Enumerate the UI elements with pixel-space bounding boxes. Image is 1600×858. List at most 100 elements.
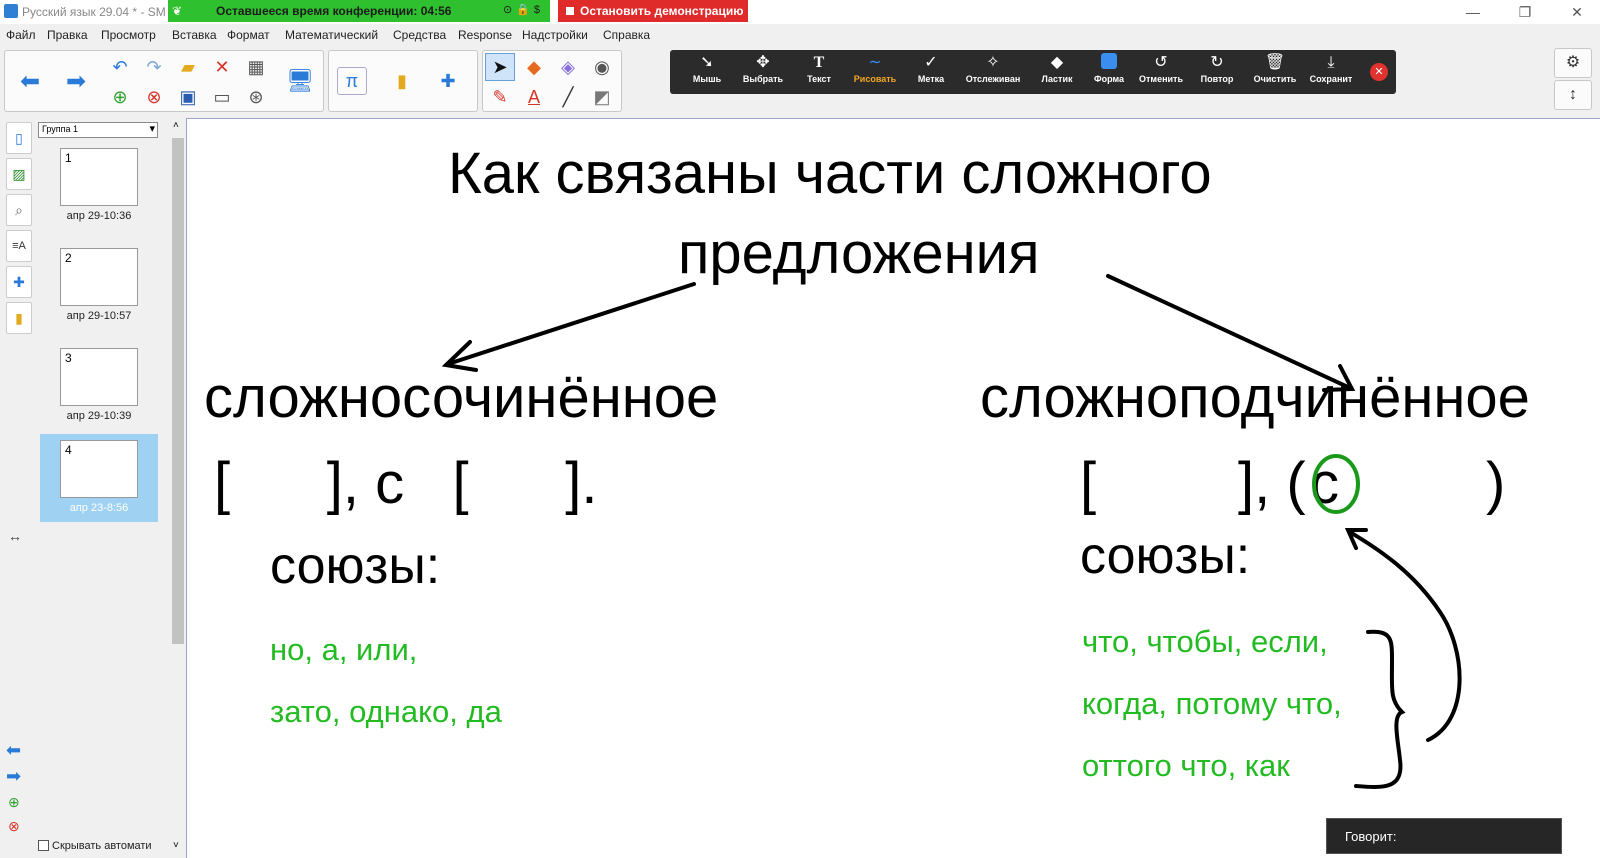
menu-insert[interactable]: Вставка — [172, 28, 217, 42]
attachments-tab-icon[interactable]: ⌕ — [6, 194, 32, 226]
open-folder-icon[interactable]: ▰ — [173, 53, 203, 81]
lesson-tab-icon[interactable]: ▮ — [6, 302, 32, 334]
slide-thumb-4[interactable]: 4 апр 23-8:56 — [40, 434, 158, 522]
app-icon — [4, 4, 18, 18]
annotate-stamp[interactable]: ✓ Метка — [902, 52, 960, 92]
capture-icon[interactable]: ⊛ — [241, 83, 271, 111]
text-tool-icon[interactable]: A — [519, 83, 549, 111]
line-tool-icon[interactable]: ╱ — [553, 83, 583, 111]
annotate-mouse[interactable]: ➘ Мышь — [678, 52, 736, 92]
annotate-redo[interactable]: ↻ Повтор — [1188, 52, 1246, 92]
math-pi-icon[interactable]: π — [337, 67, 367, 95]
annotate-select[interactable]: ✥ Выбрать — [734, 52, 792, 92]
close-icon[interactable]: ✕ — [1370, 63, 1388, 81]
right-unions-label: союзы: — [1080, 527, 1251, 585]
group-select[interactable]: Группа 1 — [38, 122, 158, 138]
eraser-tool-icon[interactable]: ◈ — [553, 53, 583, 81]
slide-thumb-caption: апр 29-10:36 — [66, 210, 132, 222]
right-union-line: что, чтобы, если, — [1082, 624, 1328, 659]
right-scheme-close: ) — [1486, 451, 1506, 516]
properties-tab-icon[interactable]: ≡A — [6, 230, 32, 262]
trash-icon: 🗑 — [1264, 54, 1286, 71]
conference-timer: Оставшееся время конференции: 04:56 — [216, 4, 452, 18]
gallery-tab-icon[interactable]: ▨ — [6, 158, 32, 190]
minimize-button[interactable]: — — [1458, 2, 1488, 22]
close-button[interactable]: ✕ — [1562, 2, 1592, 22]
delete-page-icon[interactable]: ⊗ — [8, 818, 20, 835]
menu-tools[interactable]: Средства — [393, 28, 446, 42]
move-icon: ✥ — [756, 54, 770, 71]
addon-puzzle-icon[interactable]: ✚ — [433, 67, 463, 95]
stop-share-button[interactable]: Остановить демонстрацию — [558, 0, 748, 22]
previous-page-icon[interactable]: ⬅ — [6, 740, 21, 761]
select-tool-icon[interactable]: ➤ — [485, 53, 515, 81]
delete-page-icon[interactable]: ⊗ — [139, 83, 169, 111]
annotate-save[interactable]: ⤓ Сохранит — [1302, 52, 1360, 92]
undo-icon[interactable]: ↶ — [105, 53, 135, 81]
menu-format[interactable]: Формат — [227, 28, 270, 42]
annotate-undo[interactable]: ↺ Отменить — [1132, 52, 1190, 92]
previous-page-icon[interactable]: ⬅ — [15, 67, 45, 95]
addons-tab-icon[interactable]: ✚ — [6, 266, 32, 298]
menu-file[interactable]: Файл — [6, 28, 36, 42]
toolbar-move-icon[interactable]: ↕ — [1554, 80, 1592, 110]
menu-edit[interactable]: Правка — [47, 28, 88, 42]
slide-thumb-2[interactable]: 2 апр 29-10:57 — [40, 242, 158, 330]
delete-icon[interactable]: ✕ — [207, 53, 237, 81]
left-union-line: зато, однако, да — [270, 694, 502, 729]
annotate-draw[interactable]: ∼ Рисовать — [846, 52, 904, 92]
save-icon[interactable]: ▣ — [173, 83, 203, 111]
menu-response[interactable]: Response — [458, 28, 512, 42]
annotate-clear[interactable]: 🗑 Очистить — [1246, 52, 1304, 92]
menu-help[interactable]: Справка — [603, 28, 650, 42]
slide-thumb-image: 4 — [60, 440, 138, 498]
hide-automatically-checkbox[interactable]: Скрывать автомати — [38, 840, 152, 852]
redo-icon[interactable]: ↷ — [139, 53, 169, 81]
menu-view[interactable]: Просмотр — [101, 28, 156, 42]
checkmark-icon: ✓ — [924, 54, 938, 71]
fill-tool-icon[interactable]: ◉ — [587, 53, 617, 81]
title-bar: Русский язык 29.04 * - SM ❦ Оставшееся в… — [0, 0, 1600, 24]
next-page-icon[interactable]: ➡ — [6, 766, 21, 787]
side-tabs: ▯ ▨ ⌕ ≡A ✚ ▮ — [4, 120, 34, 350]
gear-icon[interactable]: ⚙ — [1554, 48, 1592, 78]
page-sorter-tab-icon[interactable]: ▯ — [6, 122, 32, 154]
next-page-icon[interactable]: ➡ — [61, 67, 91, 95]
table-icon[interactable]: ▦ — [241, 53, 271, 81]
conference-timer-bar: ❦ Оставшееся время конференции: 04:56 ⊙🔒… — [168, 0, 550, 22]
annotation-toolbar: ➘ Мышь ✥ Выбрать T Текст ∼ Рисовать ✓ Метка ✧… — [670, 50, 1396, 94]
annotate-eraser[interactable]: ◆ Ластик — [1028, 52, 1086, 92]
slide-title-line1: Как связаны части сложного — [448, 141, 1212, 206]
left-scheme: [ ], с [ ]. — [214, 451, 598, 516]
slide-thumb-image: 2 — [60, 248, 138, 306]
shape-tool-icon[interactable]: ◆ — [519, 53, 549, 81]
annotate-spotlight[interactable]: ✧ Отслеживан — [964, 52, 1022, 92]
save-icon: ⤓ — [1327, 54, 1335, 71]
resize-handle-icon[interactable]: ↔ — [8, 528, 22, 544]
slide-thumb-image: 1 — [60, 148, 138, 206]
annotate-text[interactable]: T Текст — [790, 52, 848, 92]
scroll-up-icon[interactable]: ˄ — [173, 120, 179, 131]
toolbar-group-insert: π ▮ ✚ — [328, 50, 478, 112]
slide-title-line2: предложения — [678, 221, 1040, 286]
text-icon: T — [813, 54, 825, 71]
vertical-scrollbar[interactable]: ˄ ˅ — [170, 118, 186, 858]
scroll-thumb[interactable] — [172, 138, 184, 644]
add-page-icon[interactable]: ⊕ — [8, 794, 20, 811]
screen-shade-icon[interactable]: ▭ — [207, 83, 237, 111]
maximize-button[interactable]: ❐ — [1510, 2, 1540, 22]
menu-addons[interactable]: Надстройки — [522, 28, 588, 42]
display-icon[interactable]: 🖥 — [285, 67, 315, 95]
menu-math[interactable]: Математический — [285, 28, 378, 42]
slide-thumb-1[interactable]: 1 апр 29-10:36 — [40, 142, 158, 230]
page-sorter-panel: ▯ ▨ ⌕ ≡A ✚ ▮ Группа 1 1 апр 29-10:36 2 а… — [0, 118, 170, 858]
erase-tool-icon[interactable]: ◩ — [587, 83, 617, 111]
redo-icon: ↻ — [1210, 54, 1224, 71]
slide-thumb-3[interactable]: 3 апр 29-10:39 — [40, 342, 158, 430]
annotate-shape[interactable]: Форма — [1080, 52, 1138, 92]
share-status-icons: ⊙🔒$ — [502, 4, 544, 16]
pens-tool-icon[interactable]: ✎ — [485, 83, 515, 111]
notebook-icon[interactable]: ▮ — [387, 67, 417, 95]
add-page-icon[interactable]: ⊕ — [105, 83, 135, 111]
scroll-down-icon[interactable]: ˅ — [173, 840, 179, 851]
